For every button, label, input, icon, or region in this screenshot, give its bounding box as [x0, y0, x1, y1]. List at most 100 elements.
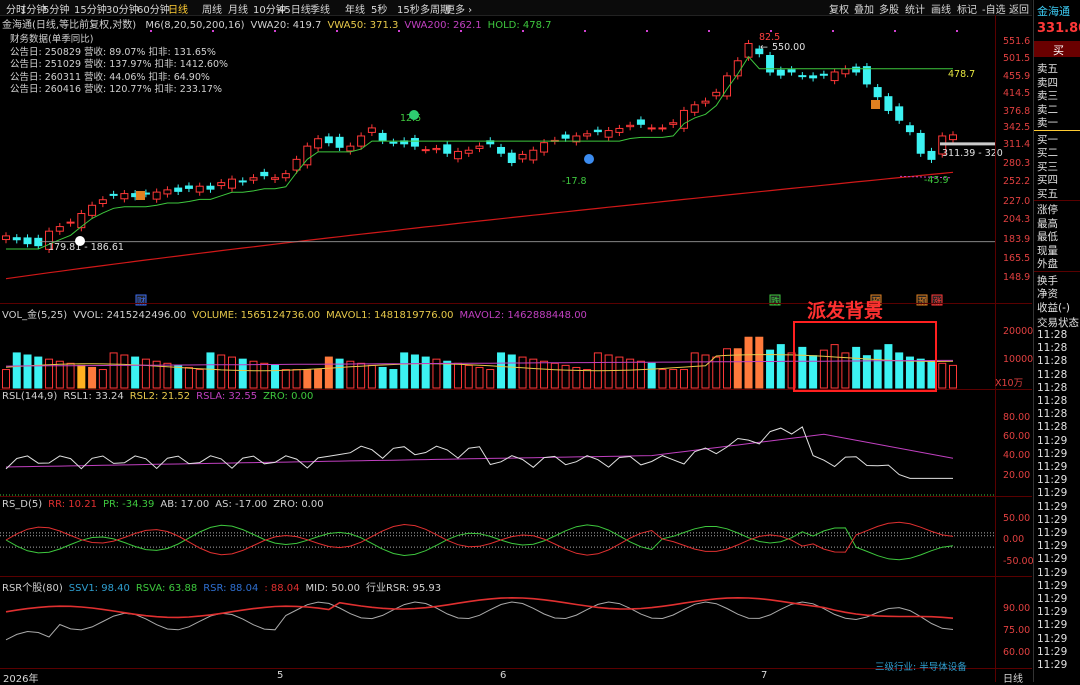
period-tab[interactable]: 5分钟 — [43, 1, 69, 16]
candle-body — [905, 125, 914, 133]
scale-tick: 80.00 — [1003, 412, 1031, 423]
volume-bar — [410, 354, 419, 389]
period-tab[interactable]: 60分钟 — [137, 1, 170, 16]
period-tab[interactable]: 年线 — [345, 1, 365, 16]
volume-bar — [88, 366, 97, 389]
buy-signal-icon[interactable] — [75, 236, 85, 246]
scale-tick: 414.5 — [1003, 88, 1031, 99]
scale-tick: 90.00 — [1003, 603, 1031, 614]
rsr-chart — [5, 596, 954, 641]
volume-bar — [141, 358, 150, 389]
scale-tick: 342.5 — [1003, 122, 1031, 133]
news-badge-icon[interactable] — [136, 191, 145, 200]
signal-dot — [956, 30, 958, 32]
legend-item: RSL1: 33.24 — [63, 391, 124, 402]
volume-bar — [292, 369, 301, 389]
volume-bar — [131, 356, 140, 389]
volume-bar — [776, 344, 785, 389]
candle-body — [895, 106, 904, 121]
scale-tick: 60.00 — [1003, 647, 1031, 658]
period-tab[interactable]: 5秒 — [371, 1, 387, 16]
candle-body — [260, 171, 269, 177]
volume-bar — [949, 364, 957, 389]
volume-bar — [335, 358, 344, 389]
volume-bar — [34, 356, 43, 389]
candle-body — [55, 226, 64, 232]
candle-body — [593, 129, 602, 133]
volume-bar — [346, 360, 355, 389]
candle-body — [583, 133, 592, 137]
volume-bar — [314, 369, 323, 389]
tool-button[interactable]: 复权 — [829, 1, 849, 16]
low-price-label: 179.81 - 186.61 — [48, 242, 124, 253]
legend-item: RSL2: 21.52 — [129, 391, 191, 402]
tick-time: 11:29 — [1037, 632, 1068, 645]
tool-button[interactable]: 画线 — [931, 1, 951, 16]
period-tab[interactable]: 15秒 — [397, 1, 420, 16]
buy-button[interactable]: 买 — [1034, 41, 1080, 57]
peak-signal-icon[interactable] — [409, 110, 419, 120]
legend-item: RSR: 88.04 — [203, 583, 259, 594]
industry-label: 三级行业: 半导体设备 — [875, 662, 967, 673]
candle-body — [690, 104, 699, 113]
period-tab[interactable]: 15分钟 — [74, 1, 107, 16]
period-tab[interactable]: 日线 — [168, 1, 188, 16]
info-signal-icon[interactable] — [584, 154, 594, 164]
candle-body — [217, 182, 226, 187]
candle-body — [766, 54, 775, 73]
scale-tick: 311.4 — [1003, 139, 1031, 150]
period-tab[interactable]: 更多 › — [445, 1, 472, 16]
legend-item: 行业RSR: 95.93 — [365, 583, 442, 594]
candle-body — [830, 71, 839, 82]
tool-button[interactable]: 标记 — [957, 1, 977, 16]
tool-button[interactable]: -自选 — [982, 1, 1006, 16]
signal-dot — [646, 30, 648, 32]
candle-body — [357, 135, 366, 147]
legend-item: MAVOL2: 1462888448.00 — [459, 310, 587, 321]
candle-body — [443, 144, 452, 154]
distribution-box — [793, 321, 937, 392]
candle-body — [335, 136, 344, 148]
quote-side-panel: 金海通 331.80 买 卖五卖四卖三卖二卖一买一买二买三买四买五涨停最高最低现… — [1033, 0, 1080, 682]
tick-time: 11:28 — [1037, 381, 1068, 394]
candle-body — [529, 149, 538, 161]
period-tab[interactable]: 30分钟 — [106, 1, 139, 16]
volume-bar — [583, 369, 592, 389]
tick-time: 11:29 — [1037, 579, 1068, 592]
period-tab[interactable]: 45日线 — [278, 1, 311, 16]
tool-button[interactable]: 统计 — [905, 1, 925, 16]
signal-dot — [460, 30, 462, 32]
candle-body — [507, 152, 516, 164]
distribution-callout: 派发背景 — [807, 300, 884, 322]
legend-item: RS_D(5) — [2, 499, 43, 510]
candle-body — [271, 177, 280, 180]
tool-button[interactable]: 多股 — [879, 1, 899, 16]
scale-tick: 20000 — [1003, 326, 1034, 337]
tool-button[interactable]: 叠加 — [854, 1, 874, 16]
tick-time: 11:29 — [1037, 474, 1068, 487]
volume-bar — [324, 356, 333, 389]
period-tab[interactable]: 月线 — [228, 1, 248, 16]
legend-item: VOLUME: 1565124736.00 — [192, 310, 321, 321]
candle-body — [798, 75, 807, 78]
legend-item: SSV1: 98.40 — [68, 583, 130, 594]
volume-bar — [658, 369, 667, 389]
candle-body — [852, 66, 861, 73]
tick-time: 11:29 — [1037, 645, 1068, 658]
bid-level: 买五 — [1037, 187, 1058, 200]
trade-status-label: 交易状态: — [1037, 317, 1080, 329]
volume-bar — [367, 364, 376, 389]
date-label: 7 — [761, 670, 768, 681]
volume-bar — [938, 362, 947, 389]
volume-bar — [690, 352, 699, 389]
tool-button[interactable]: 返回 — [1009, 1, 1029, 16]
candle-body — [410, 137, 419, 147]
period-tab[interactable]: 周线 — [202, 1, 222, 16]
news-badge-icon[interactable] — [871, 100, 880, 109]
signal-dot — [584, 30, 586, 32]
candle-body — [540, 142, 549, 153]
period-tab[interactable]: 季线 — [310, 1, 330, 16]
candle-body — [23, 237, 32, 245]
rsd-legend: RS_D(5) RR: 10.21 PR: -34.39 AB: 17.00 AS: -… — [2, 499, 330, 510]
high-arrow: ← — [760, 42, 768, 53]
